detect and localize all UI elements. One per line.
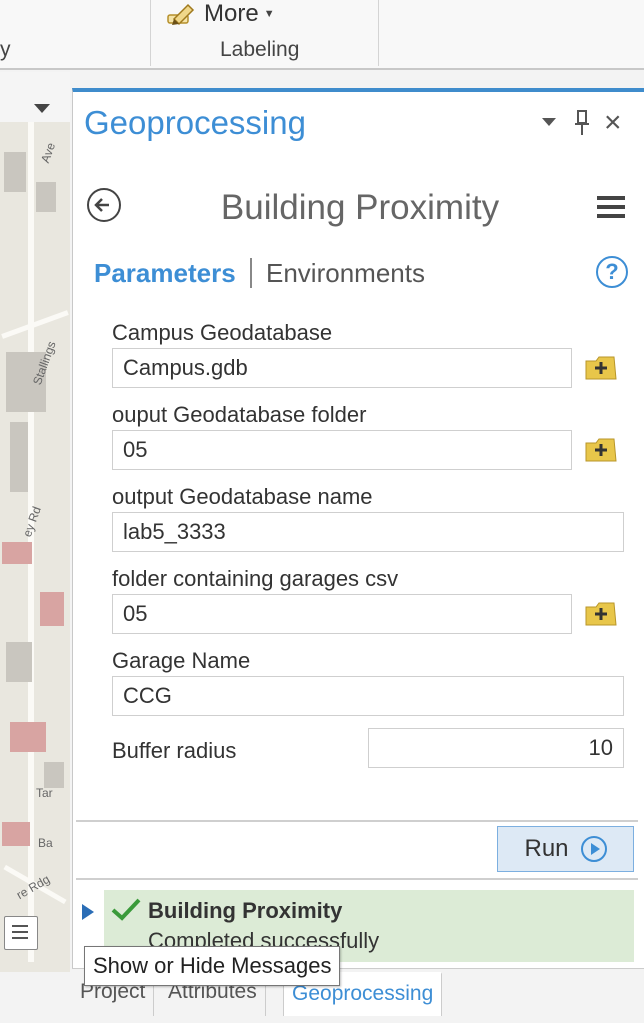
buffer-radius-input[interactable]: 10 xyxy=(368,728,624,768)
play-icon xyxy=(580,836,607,862)
browse-folder-icon[interactable] xyxy=(584,353,618,383)
param-label-output-name: output Geodatabase name xyxy=(112,484,373,509)
param-label-garage-name: Garage Name xyxy=(112,648,251,673)
ribbon-group-divider xyxy=(378,0,379,66)
back-icon[interactable] xyxy=(87,188,121,222)
tool-title: Building Proximity xyxy=(220,188,500,227)
browse-folder-icon[interactable] xyxy=(584,435,618,465)
garage-name-input[interactable]: CCG xyxy=(112,676,624,716)
run-label: Run xyxy=(524,835,569,862)
ribbon-group-divider xyxy=(150,0,151,66)
more-label: More xyxy=(204,0,259,27)
menu-icon[interactable] xyxy=(597,196,625,220)
browse-folder-icon[interactable] xyxy=(584,599,618,629)
tab-divider xyxy=(250,258,252,288)
pane-options-chevron-icon[interactable] xyxy=(542,118,556,126)
param-label-garages-folder: folder containing garages csv xyxy=(112,566,399,591)
checkmark-icon xyxy=(111,898,141,921)
chevron-down-icon: ▼ xyxy=(263,8,275,20)
geoprocessing-pane xyxy=(72,88,644,1022)
run-button[interactable]: Run xyxy=(497,826,634,872)
tab-environments[interactable]: Environments xyxy=(266,258,425,289)
divider xyxy=(76,878,638,880)
close-icon[interactable]: × xyxy=(604,108,622,138)
param-label-campus-geodatabase: Campus Geodatabase xyxy=(112,320,333,345)
map-header xyxy=(0,72,70,123)
garages-folder-input[interactable]: 05 xyxy=(112,594,572,634)
chevron-down-icon[interactable] xyxy=(34,104,50,113)
divider xyxy=(76,820,638,822)
map-label: ey Rd xyxy=(20,504,44,539)
ribbon-group-labeling: Labeling xyxy=(220,38,300,61)
help-icon[interactable]: ? xyxy=(596,256,628,288)
campus-geodatabase-input[interactable]: Campus.gdb xyxy=(112,348,572,388)
expand-arrow-icon[interactable] xyxy=(82,904,94,920)
tooltip: Show or Hide Messages xyxy=(84,946,341,986)
output-name-input[interactable]: lab5_3333 xyxy=(112,512,624,552)
map-view[interactable]: Ave Stallings ey Rd Tar Ba re Rdg xyxy=(0,122,70,972)
pencil-icon xyxy=(167,3,195,26)
param-label-output-folder: ouput Geodatabase folder xyxy=(112,402,367,427)
more-button[interactable]: More ▼ xyxy=(164,0,275,28)
param-label-buffer-radius: Buffer radius xyxy=(112,738,237,763)
ribbon-group-label-partial: y xyxy=(0,38,11,61)
tab-parameters[interactable]: Parameters xyxy=(94,258,236,289)
output-folder-input[interactable]: 05 xyxy=(112,430,572,470)
pane-title: Geoprocessing xyxy=(84,104,306,141)
map-label: Ave xyxy=(38,140,59,165)
map-label: Ba xyxy=(38,836,53,850)
ribbon xyxy=(0,0,644,70)
message-title: Building Proximity xyxy=(148,898,343,923)
pin-icon[interactable] xyxy=(574,110,590,136)
document-icon[interactable] xyxy=(4,916,38,950)
map-label: Tar xyxy=(36,786,53,800)
